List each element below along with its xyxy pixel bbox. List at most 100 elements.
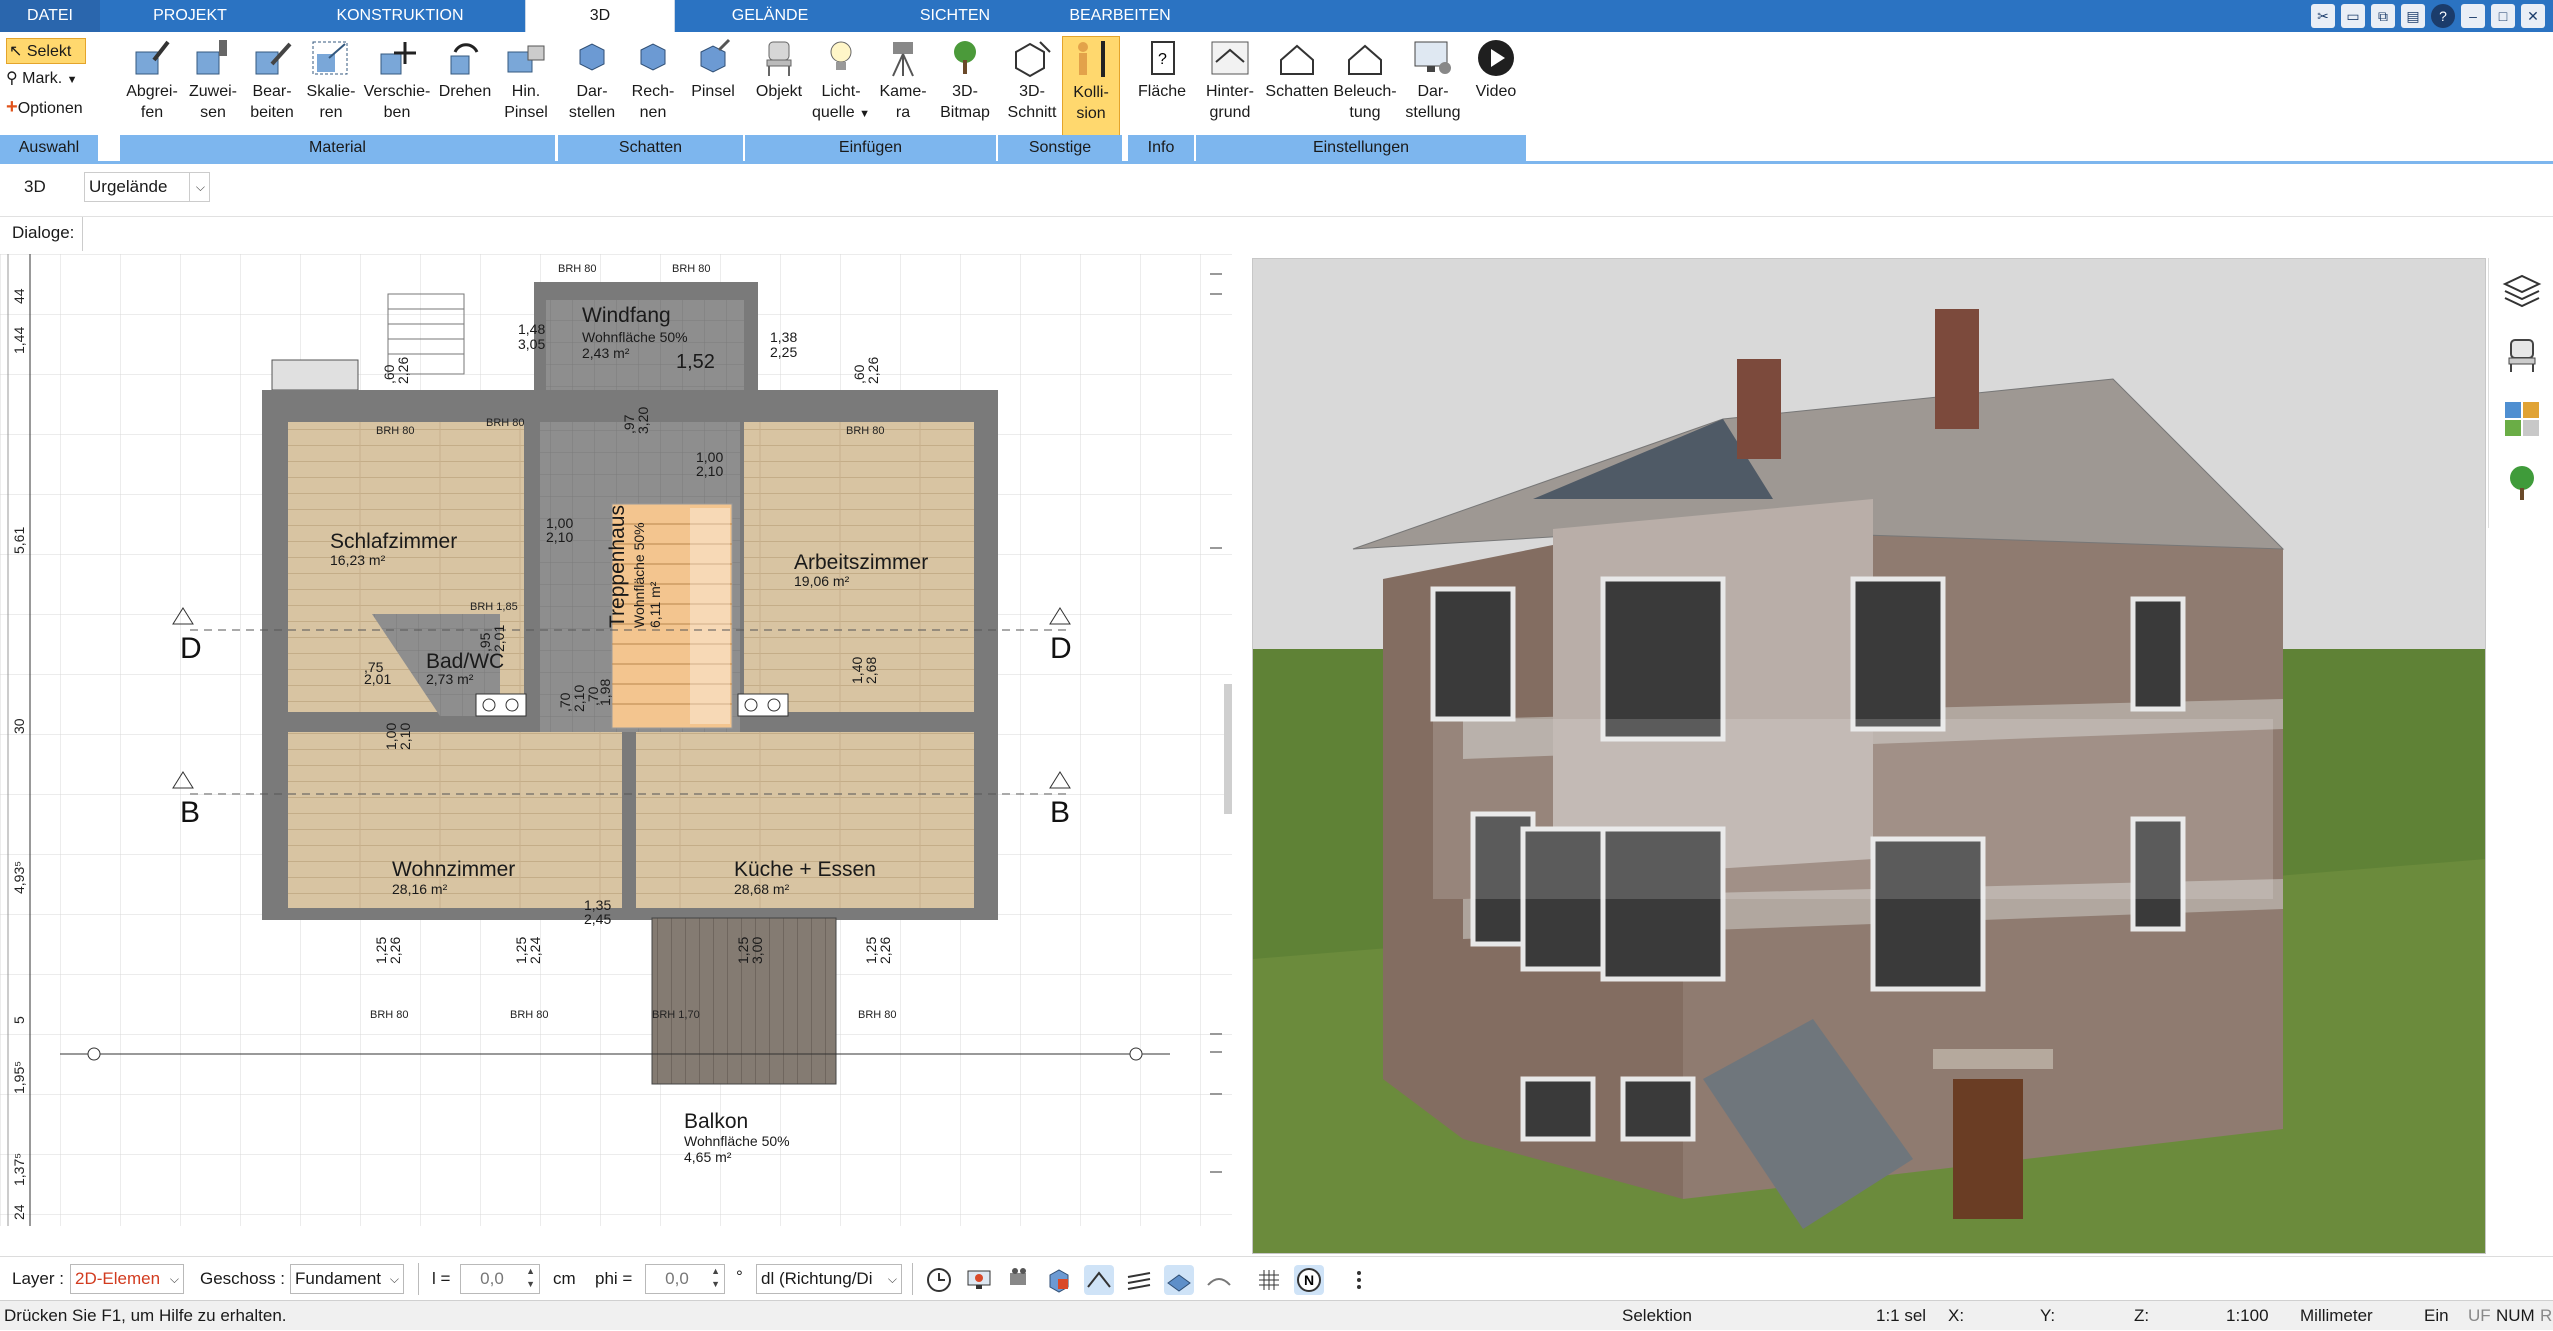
ruler-label: 5 xyxy=(11,1016,27,1024)
zuweisen-button[interactable]: Zuwei-sen xyxy=(184,36,242,123)
lichtquelle-button[interactable]: Licht-quelle ▼ xyxy=(811,36,871,125)
skalieren-button[interactable]: Skalie-ren xyxy=(302,36,360,123)
geschoss-select[interactable]: Fundament ⌵ xyxy=(290,1264,404,1294)
3d-schnitt-button[interactable]: 3D- Schnitt xyxy=(1002,36,1062,123)
camera-icon xyxy=(892,42,914,77)
house-light-icon xyxy=(1348,44,1382,75)
monitor-icon[interactable] xyxy=(964,1265,994,1295)
sink-kueche xyxy=(737,693,789,717)
close-icon[interactable]: ✕ xyxy=(2521,4,2545,28)
objekt-button[interactable]: Objekt xyxy=(749,36,809,102)
wall-hatch-icon[interactable] xyxy=(1124,1265,1154,1295)
furniture-icon[interactable] xyxy=(2501,334,2543,376)
status-bar: Drücken Sie F1, um Hilfe zu erhalten. Se… xyxy=(0,1300,2553,1330)
dim-text: 1,38 xyxy=(770,329,797,345)
layer-select[interactable]: 2D-Elemen ⌵ xyxy=(70,1264,184,1294)
grid-icon[interactable] xyxy=(1254,1265,1284,1295)
help-icon[interactable]: ? xyxy=(2431,4,2455,28)
section-mark-b-right[interactable]: B xyxy=(1050,796,1070,829)
window-tile-icon[interactable]: ▤ xyxy=(2401,4,2425,28)
dim-text: 2,01 xyxy=(491,625,507,652)
minimize-icon[interactable]: – xyxy=(2461,4,2485,28)
abgreifen-button[interactable]: Abgrei-fen xyxy=(122,36,182,123)
tab-projekt[interactable]: PROJEKT xyxy=(120,0,260,32)
tab-konstruktion[interactable]: KONSTRUKTION xyxy=(320,0,480,32)
selekt-button[interactable]: ↖ Selekt xyxy=(6,38,86,64)
tab-sichten[interactable]: SICHTEN xyxy=(890,0,1020,32)
flaeche-button[interactable]: ? Fläche xyxy=(1130,36,1194,102)
schatten-rechnen-button[interactable]: Rech-nen xyxy=(624,36,682,123)
phi-input[interactable]: 0,0 ▲ ▼ xyxy=(645,1264,725,1294)
ruler-label: 4,93⁵ xyxy=(11,861,27,894)
mark-icon: ⚲ xyxy=(6,70,18,87)
verschieben-button[interactable]: Verschie-ben xyxy=(362,36,432,123)
floor-plan-canvas[interactable]: 44 1,44 5,61 30 4,93⁵ 5 1,95⁵ 1,37⁵ 24 D… xyxy=(0,254,1232,1226)
plants-icon[interactable] xyxy=(2501,462,2543,504)
3d-view[interactable] xyxy=(1252,258,2486,1254)
window-restore-icon[interactable]: ▭ xyxy=(2341,4,2365,28)
view-splitter[interactable] xyxy=(1232,254,1252,1226)
clock-icon[interactable] xyxy=(924,1265,954,1295)
spinner-icon[interactable]: ▲ ▼ xyxy=(711,1265,720,1291)
divider xyxy=(418,1263,419,1295)
brh-label: BRH 1,70 xyxy=(652,1009,700,1021)
spinner-icon[interactable]: ▲ ▼ xyxy=(526,1265,535,1291)
tab-3d[interactable]: 3D xyxy=(525,0,675,32)
floor-plane-icon[interactable] xyxy=(1164,1265,1194,1295)
tools-icon[interactable]: ✂ xyxy=(2311,4,2335,28)
tab-bearbeiten[interactable]: BEARBEITEN xyxy=(1050,0,1190,32)
kollision-button[interactable]: Kolli-sion xyxy=(1062,36,1120,136)
schatten-einstellungen-button[interactable]: Schatten xyxy=(1264,36,1330,102)
tab-datei[interactable]: DATEI xyxy=(0,0,100,32)
svg-text:N: N xyxy=(1304,1272,1314,1288)
vertical-scrollbar[interactable] xyxy=(1224,684,1232,814)
3d-scene[interactable] xyxy=(1253,259,2486,1254)
tab-gelaende[interactable]: GELÄNDE xyxy=(700,0,840,32)
video-button[interactable]: Video xyxy=(1468,36,1524,102)
materials-icon[interactable] xyxy=(2501,398,2543,440)
schatten-pinsel-button[interactable]: Pinsel xyxy=(684,36,742,102)
view-mode-label: 3D xyxy=(24,177,46,196)
window-cascade-icon[interactable]: ⧉ xyxy=(2371,4,2395,28)
section-mark-b-left[interactable]: B xyxy=(180,796,200,829)
direction-select[interactable]: dl (Richtung/Di ⌵ xyxy=(756,1264,902,1294)
hintergrund-button[interactable]: Hinter-grund xyxy=(1198,36,1262,123)
maximize-icon[interactable]: □ xyxy=(2491,4,2515,28)
camera-path-icon[interactable] xyxy=(1004,1265,1034,1295)
section-mark-d-right[interactable]: D xyxy=(1050,632,1072,665)
hin-pinsel-button[interactable]: Hin. Pinsel xyxy=(498,36,554,123)
floor-plan-view[interactable]: 44 1,44 5,61 30 4,93⁵ 5 1,95⁵ 1,37⁵ 24 D… xyxy=(0,254,1232,1226)
status-mode: Selektion xyxy=(1622,1306,1692,1325)
ruler-label: 24 xyxy=(11,1204,27,1220)
layers-icon[interactable] xyxy=(2501,270,2543,312)
bearbeiten-button[interactable]: Bear-beiten xyxy=(244,36,300,123)
beleuchtung-button[interactable]: Beleuch-tung xyxy=(1332,36,1398,123)
roof-view-icon[interactable] xyxy=(1084,1265,1114,1295)
terrain-icon[interactable] xyxy=(1204,1265,1234,1295)
drehen-button[interactable]: Drehen xyxy=(434,36,496,102)
schatten-darstellen-button[interactable]: Dar-stellen xyxy=(562,36,622,123)
dim-text: 2,10 xyxy=(696,463,723,479)
mark-button[interactable]: ⚲ Mark. ▼ xyxy=(6,66,78,92)
length-input[interactable]: 0,0 ▲ ▼ xyxy=(460,1264,540,1294)
dim-text: 2,26 xyxy=(387,937,403,964)
room-name: Arbeitszimmer xyxy=(794,551,928,574)
dim-text: 3,20 xyxy=(635,407,651,434)
section-mark-d-left[interactable]: D xyxy=(180,632,202,665)
terrain-select[interactable]: Urgelände ⌵ xyxy=(84,172,210,202)
geschoss-label: Geschoss : xyxy=(200,1269,286,1288)
optionen-button[interactable]: +Optionen xyxy=(6,94,83,120)
kamera-button[interactable]: Kame-ra xyxy=(873,36,933,123)
window-box xyxy=(271,359,359,391)
status-selection: 1:1 sel xyxy=(1876,1306,1927,1325)
window-controls: ✂ ▭ ⧉ ▤ ? – □ ✕ xyxy=(2311,4,2545,28)
3d-bitmap-button[interactable]: 3D- Bitmap xyxy=(935,36,995,123)
more-options-icon[interactable] xyxy=(1344,1265,1374,1295)
north-icon[interactable]: N xyxy=(1294,1265,1324,1295)
status-y: Y: xyxy=(2040,1306,2056,1325)
darstellung-button[interactable]: Dar-stellung xyxy=(1400,36,1466,123)
house-background-icon xyxy=(1211,41,1249,75)
cube-view-icon[interactable] xyxy=(1044,1265,1074,1295)
brh-label: BRH 80 xyxy=(486,417,525,429)
group-label-auswahl: Auswahl xyxy=(0,135,100,161)
